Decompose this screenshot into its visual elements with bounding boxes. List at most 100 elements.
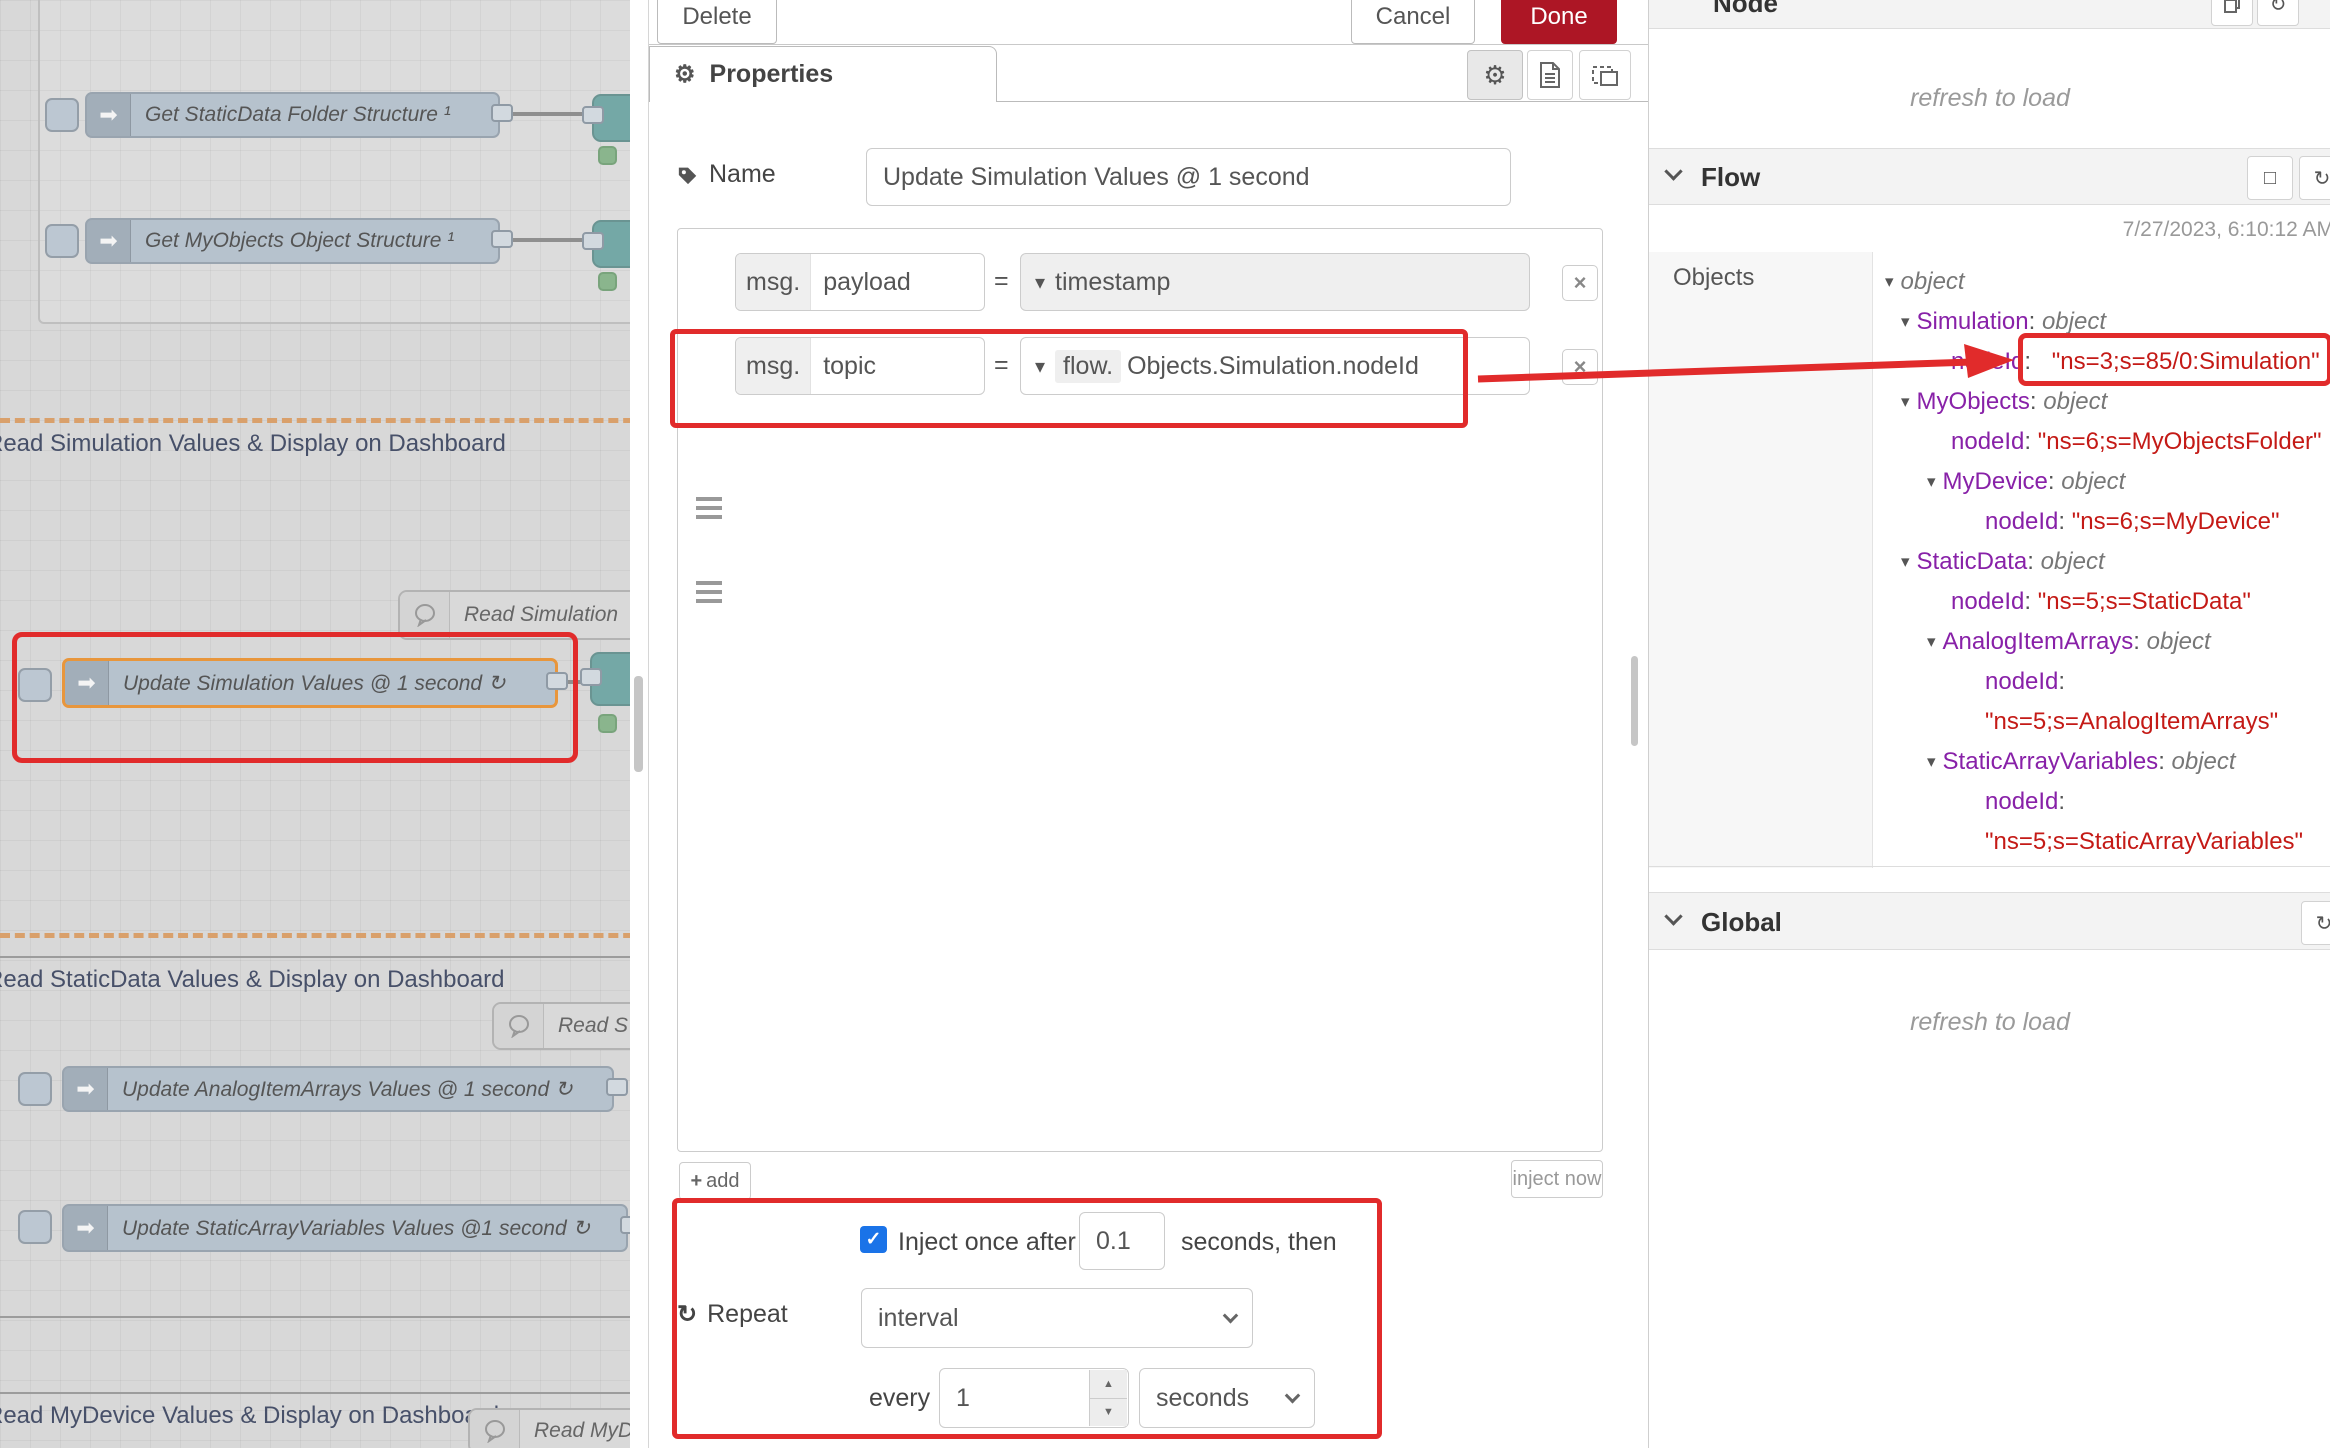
- comment-bubble-icon: [400, 592, 450, 638]
- inject-once-label: Inject once after: [898, 1228, 1076, 1257]
- flow-group-box: [38, 0, 648, 324]
- stepper-up-icon[interactable]: ▲: [1090, 1370, 1127, 1399]
- drag-handle-icon[interactable]: [696, 497, 722, 501]
- inject-arrow-icon: ➡: [64, 1206, 108, 1250]
- repeat-selected-value: interval: [878, 1304, 959, 1333]
- prop-key-field-topic[interactable]: msg. topic: [735, 337, 985, 395]
- number-stepper[interactable]: ▲ ▼: [1089, 1370, 1127, 1426]
- node-inject-update-simulation[interactable]: ➡ Update Simulation Values @ 1 second ↻: [62, 658, 558, 708]
- equals-sign: =: [994, 351, 1009, 380]
- refresh-flow-button[interactable]: ↻: [2299, 156, 2330, 200]
- comment-bubble-icon: [470, 1410, 520, 1448]
- node-input-port[interactable]: [582, 232, 604, 250]
- inject-once-delay-input[interactable]: 0.1: [1079, 1212, 1165, 1270]
- inject-trigger-button[interactable]: [18, 1072, 52, 1106]
- node-comment-read-staticdata[interactable]: Read S: [492, 1002, 648, 1050]
- tree-object-row[interactable]: ▾AnalogItemArrays: object: [1927, 622, 2211, 662]
- node-inject-update-analogitemarrays[interactable]: ➡ Update AnalogItemArrays Values @ 1 sec…: [62, 1066, 614, 1112]
- copy-icon: [2223, 0, 2241, 14]
- flow-prefix: flow.: [1055, 350, 1121, 383]
- prop-key-field-payload[interactable]: msg. payload: [735, 253, 985, 311]
- node-comment-read-simulation[interactable]: Read Simulation: [398, 590, 648, 640]
- prop-key-value: topic: [811, 338, 888, 394]
- copy-icon-button[interactable]: [2211, 0, 2253, 26]
- tree-object-row[interactable]: ▾MyObjects: object: [1901, 382, 2107, 422]
- description-icon-button[interactable]: [1527, 50, 1573, 100]
- cancel-button[interactable]: Cancel: [1351, 0, 1475, 44]
- refresh-icon: ↻: [2316, 911, 2330, 936]
- inject-now-button[interactable]: inject now: [1511, 1160, 1603, 1198]
- prop-value-field-topic[interactable]: ▾ flow. Objects.Simulation.nodeId: [1020, 337, 1530, 395]
- plus-icon: +: [690, 1170, 702, 1193]
- canvas-scrollbar-track[interactable]: [630, 0, 648, 1448]
- canvas-scrollbar-thumb[interactable]: [634, 676, 643, 772]
- tree-object-row[interactable]: ▾Simulation: object: [1901, 302, 2106, 342]
- comment-label: Read Simulation: [450, 603, 632, 627]
- typed-input-caret-icon[interactable]: ▾: [1035, 270, 1045, 295]
- name-input[interactable]: Update Simulation Values @ 1 second: [866, 148, 1511, 206]
- repeat-label: ↻ Repeat: [677, 1300, 788, 1329]
- tree-object-row[interactable]: ▾object: [1885, 262, 1965, 302]
- tag-icon: [677, 164, 699, 186]
- node-output-port[interactable]: [606, 1078, 628, 1096]
- remove-row-button[interactable]: ×: [1562, 349, 1598, 385]
- inject-trigger-button[interactable]: [18, 668, 52, 702]
- inject-trigger-button[interactable]: [45, 224, 79, 258]
- tree-prop-value: "ns=5;s=StaticArrayVariables": [1985, 822, 2303, 862]
- tree-object-row[interactable]: ▾MyDevice: object: [1927, 462, 2125, 502]
- tree-prop-value: "ns=5;s=AnalogItemArrays": [1985, 702, 2278, 742]
- section-flow-header[interactable]: Flow □ ↻: [1649, 148, 2330, 205]
- tab-properties[interactable]: ⚙ Properties: [649, 46, 997, 102]
- tree-object-row[interactable]: ▾StaticData: object: [1901, 542, 2105, 582]
- node-output-port[interactable]: [491, 230, 513, 248]
- comment-label: Read MyD: [520, 1419, 647, 1443]
- inject-trigger-button[interactable]: [18, 1210, 52, 1244]
- node-label: Update StaticArrayVariables Values @1 se…: [108, 1216, 604, 1241]
- remove-row-button[interactable]: ×: [1562, 265, 1598, 301]
- appearance-icon-button[interactable]: [1579, 50, 1631, 100]
- name-field-label: Name: [677, 160, 776, 189]
- node-inject-get-myobjects[interactable]: ➡ Get MyObjects Object Structure ¹: [85, 218, 500, 264]
- repeat-icon: ↻: [677, 1300, 697, 1329]
- edit-inject-node-dialog: Delete Cancel Done ⚙ Properties ⚙ Name U…: [648, 0, 1648, 1448]
- gear-icon: ⚙: [674, 60, 696, 89]
- node-comment-read-mydevice[interactable]: Read MyD: [468, 1408, 648, 1448]
- refresh-icon: ↻: [2270, 0, 2287, 17]
- group-border-dashed: [0, 933, 648, 938]
- inject-trigger-button[interactable]: [45, 98, 79, 132]
- node-label: Get MyObjects Object Structure ¹: [131, 229, 468, 253]
- typed-input-caret-icon[interactable]: ▾: [1035, 354, 1045, 379]
- stepper-down-icon[interactable]: ▼: [1090, 1399, 1127, 1427]
- comment-label: Read S: [544, 1014, 642, 1038]
- node-output-port[interactable]: [546, 672, 568, 690]
- msg-prefix: msg.: [736, 338, 811, 394]
- tree-prop-row: nodeId: "ns=5;s=StaticData": [1951, 582, 2251, 622]
- done-button[interactable]: Done: [1501, 0, 1617, 44]
- inject-arrow-icon: ➡: [87, 94, 131, 136]
- drag-handle-icon[interactable]: [696, 581, 722, 585]
- msg-prefix: msg.: [736, 254, 811, 310]
- context-sidebar: Node ↻ refresh to load Flow □ ↻ 7/27/202…: [1648, 0, 2330, 1448]
- edit-properties-icon-button[interactable]: ⚙: [1467, 50, 1523, 100]
- tree-object-row[interactable]: ▾StaticArrayVariables: object: [1927, 742, 2236, 782]
- every-unit-select[interactable]: seconds: [1139, 1368, 1315, 1428]
- prop-value-field-timestamp[interactable]: ▾ timestamp: [1020, 253, 1530, 311]
- sidebar-header: Node ↻: [1649, 0, 2330, 29]
- inject-once-checkbox[interactable]: ✓: [860, 1226, 887, 1253]
- dialog-scrollbar-thumb[interactable]: [1631, 656, 1638, 746]
- refresh-global-button[interactable]: ↻: [2301, 901, 2330, 945]
- delete-button[interactable]: Delete: [657, 0, 777, 44]
- refresh-icon-button[interactable]: ↻: [2257, 0, 2299, 26]
- equals-sign: =: [994, 267, 1009, 296]
- node-inject-update-staticarrayvariables[interactable]: ➡ Update StaticArrayVariables Values @1 …: [62, 1204, 628, 1252]
- node-input-port[interactable]: [582, 106, 604, 124]
- node-inject-get-staticdata[interactable]: ➡ Get StaticData Folder Structure ¹: [85, 92, 500, 138]
- node-status-dot: [598, 146, 617, 165]
- node-output-port[interactable]: [491, 104, 513, 122]
- add-rule-button[interactable]: +add: [679, 1162, 751, 1200]
- repeat-select[interactable]: interval: [861, 1288, 1253, 1348]
- watch-icon-button[interactable]: □: [2247, 156, 2293, 200]
- section-global-header[interactable]: Global ↻: [1649, 892, 2330, 950]
- node-input-port[interactable]: [580, 668, 602, 686]
- node-label: Update Simulation Values @ 1 second ↻: [109, 671, 520, 696]
